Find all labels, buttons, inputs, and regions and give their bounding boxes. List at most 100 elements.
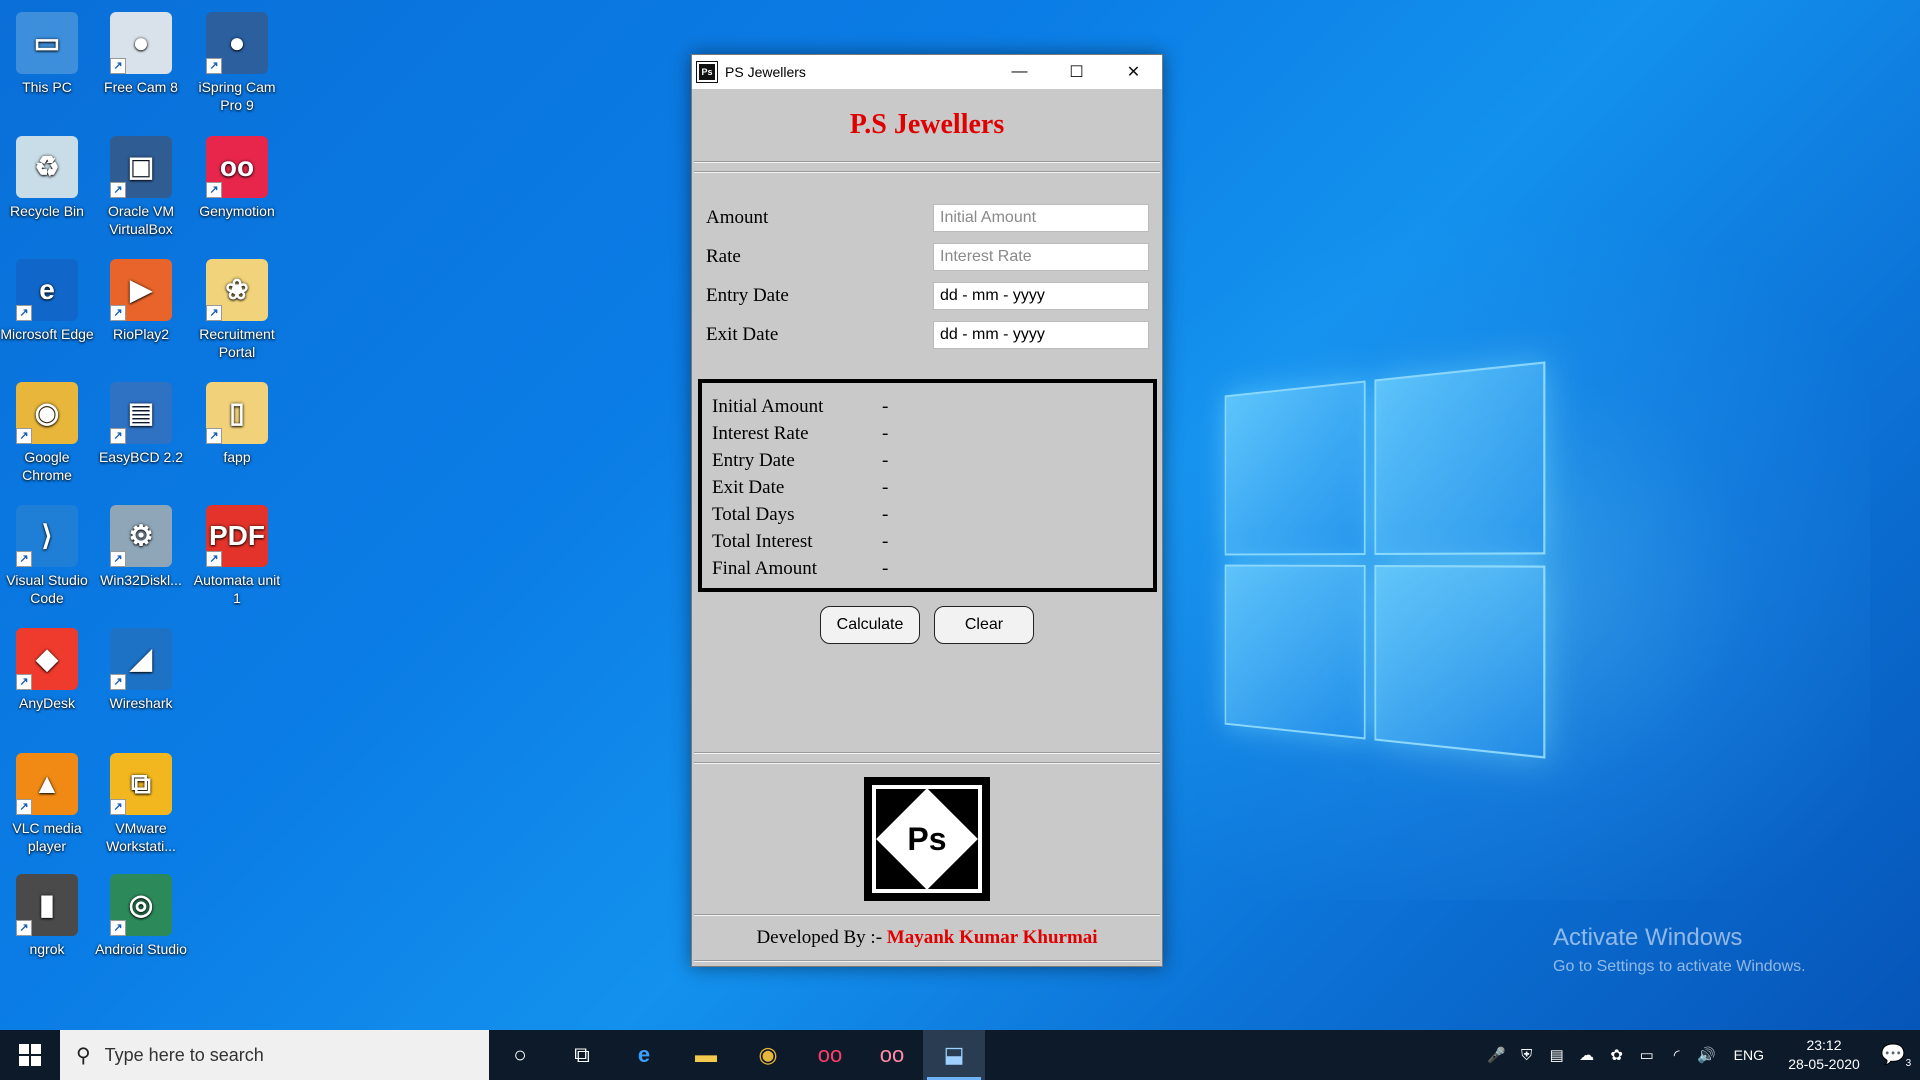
entry-date-row: Entry Date (706, 277, 1150, 315)
result-value: - (882, 477, 888, 499)
shortcut-arrow-icon: ↗ (206, 428, 222, 444)
desktop-icon[interactable]: ▲ ↗ VLC media player (0, 745, 94, 865)
shortcut-arrow-icon: ↗ (206, 551, 222, 567)
result-row: Exit Date - (712, 474, 1143, 501)
window-titlebar[interactable]: Ps PS Jewellers — ☐ ✕ (692, 55, 1162, 89)
exit-date-input[interactable] (933, 321, 1149, 349)
microphone-icon[interactable]: 🎤 (1482, 1046, 1512, 1064)
security-icon[interactable]: ⛨ (1512, 1047, 1542, 1064)
desktop-app-icon: ▯ ↗ (206, 382, 268, 444)
shortcut-arrow-icon: ↗ (206, 305, 222, 321)
exit-date-label: Exit Date (706, 324, 933, 346)
maximize-button[interactable]: ☐ (1048, 55, 1105, 89)
desktop-icon-label: VMware Workstati... (94, 819, 188, 855)
divider (694, 752, 1160, 754)
desktop-icon[interactable]: ▣ ↗ Oracle VM VirtualBox (94, 128, 188, 248)
logo-area: Ps (692, 764, 1162, 914)
desktop-icon[interactable]: oo ↗ Genymotion (190, 128, 284, 248)
language-indicator[interactable]: ENG (1734, 1047, 1764, 1063)
rate-input[interactable] (933, 243, 1149, 271)
amount-input[interactable] (933, 204, 1149, 232)
shortcut-arrow-icon: ↗ (110, 674, 126, 690)
desktop-icon[interactable]: ◉ ↗ Google Chrome (0, 374, 94, 494)
desktop-icon[interactable]: ● ↗ iSpring Cam Pro 9 (190, 4, 284, 124)
result-label: Initial Amount (712, 396, 882, 418)
minimize-button[interactable]: — (991, 55, 1048, 89)
desktop-app-icon: PDF ↗ (206, 505, 268, 567)
desktop-icon[interactable]: ⟩ ↗ Visual Studio Code (0, 497, 94, 617)
entry-date-input[interactable] (933, 282, 1149, 310)
ps-jewellers-taskbar-icon[interactable]: ⬓ (923, 1030, 985, 1080)
clear-button[interactable]: Clear (934, 606, 1034, 644)
exit-date-row: Exit Date (706, 316, 1150, 354)
desktop-icon[interactable]: ▤ ↗ EasyBCD 2.2 (94, 374, 188, 494)
result-label: Interest Rate (712, 423, 882, 445)
shortcut-arrow-icon: ↗ (110, 305, 126, 321)
shortcut-arrow-icon: ↗ (110, 551, 126, 567)
notification-center-icon[interactable]: 💬3 (1872, 1042, 1920, 1069)
footer-prefix: Developed By :- (756, 927, 886, 948)
edge-taskbar-icon[interactable]: e (613, 1030, 675, 1080)
desktop-icon-label: ngrok (29, 940, 64, 958)
taskbar-search[interactable]: ⚲ Type here to search (60, 1030, 489, 1080)
taskbar: ⚲ Type here to search ○ ⧉ e ▬ ◉ oo oo ⬓ … (0, 1030, 1920, 1080)
developer-name: Mayank Kumar Khurmai (887, 927, 1098, 948)
search-placeholder: Type here to search (105, 1045, 264, 1066)
desktop-icon[interactable]: ⧉ ↗ VMware Workstati... (94, 745, 188, 865)
shortcut-arrow-icon: ↗ (110, 920, 126, 936)
result-panel: Initial Amount - Interest Rate - Entry Date -… (698, 379, 1157, 592)
desktop-icon[interactable]: ▯ ↗ fapp (190, 374, 284, 494)
desktop-icon-label: Visual Studio Code (0, 571, 94, 607)
calculate-button[interactable]: Calculate (820, 606, 920, 644)
result-value: - (882, 558, 888, 580)
result-value: - (882, 450, 888, 472)
chrome-taskbar-icon[interactable]: ◉ (737, 1030, 799, 1080)
desktop-icon[interactable]: ▮ ↗ ngrok (0, 866, 94, 986)
result-row: Initial Amount - (712, 393, 1143, 420)
file-explorer-icon[interactable]: ▬ (675, 1030, 737, 1080)
app-tray-icon[interactable]: ✿ (1602, 1046, 1632, 1064)
clock[interactable]: 23:12 28-05-2020 (1776, 1036, 1872, 1074)
desktop-icon[interactable]: ● ↗ Free Cam 8 (94, 4, 188, 124)
desktop-icon[interactable]: ❀ ↗ Recruitment Portal (190, 251, 284, 371)
result-value: - (882, 531, 888, 553)
wifi-icon[interactable]: ◜ (1662, 1046, 1692, 1064)
desktop-icon-label: Win32Diskl... (100, 571, 182, 589)
result-label: Exit Date (712, 477, 882, 499)
result-row: Entry Date - (712, 447, 1143, 474)
desktop-icon[interactable]: ▭ This PC (0, 4, 94, 124)
input-form: Amount Rate Entry Date Exit Date (692, 173, 1162, 354)
cortana-icon[interactable]: ○ (489, 1030, 551, 1080)
shortcut-arrow-icon: ↗ (110, 58, 126, 74)
desktop-icon-label: Recruitment Portal (190, 325, 284, 361)
volume-icon[interactable]: 🔊 (1692, 1046, 1722, 1064)
start-button[interactable] (0, 1030, 60, 1080)
desktop-icon[interactable]: ◆ ↗ AnyDesk (0, 620, 94, 740)
desktop-icon[interactable]: PDF ↗ Automata unit 1 (190, 497, 284, 617)
desktop-app-icon: ▤ ↗ (110, 382, 172, 444)
desktop-icon-label: EasyBCD 2.2 (99, 448, 183, 466)
genymotion-taskbar-icon[interactable]: oo (799, 1030, 861, 1080)
clock-time: 23:12 (1776, 1036, 1872, 1055)
ps-jewellers-window: Ps PS Jewellers — ☐ ✕ P.S Jewellers Amou… (691, 54, 1163, 967)
desktop-icon[interactable]: ◎ ↗ Android Studio (94, 866, 188, 986)
desktop-icon[interactable]: e ↗ Microsoft Edge (0, 251, 94, 371)
window-title: PS Jewellers (725, 64, 806, 80)
search-icon: ⚲ (76, 1043, 91, 1068)
task-view-icon[interactable]: ⧉ (551, 1030, 613, 1080)
desktop-app-icon: ♻ (16, 136, 78, 198)
desktop-icon-label: Recycle Bin (10, 202, 84, 220)
desktop-app-icon: ● ↗ (110, 12, 172, 74)
desktop-icon[interactable]: ◢ ↗ Wireshark (94, 620, 188, 740)
desktop-icon-label: Automata unit 1 (190, 571, 284, 607)
clock-date: 28-05-2020 (1776, 1055, 1872, 1074)
battery-icon[interactable]: ▭ (1632, 1046, 1662, 1064)
settings-tray-icon[interactable]: ▤ (1542, 1046, 1572, 1064)
desktop-icon[interactable]: ⚙ ↗ Win32Diskl... (94, 497, 188, 617)
desktop-icon[interactable]: ♻ Recycle Bin (0, 128, 94, 248)
cloud-icon[interactable]: ☁ (1572, 1046, 1602, 1064)
desktop-icon[interactable]: ▶ ↗ RioPlay2 (94, 251, 188, 371)
close-button[interactable]: ✕ (1105, 55, 1162, 89)
genymotion-player-taskbar-icon[interactable]: oo (861, 1030, 923, 1080)
desktop-icon-label: Oracle VM VirtualBox (94, 202, 188, 238)
